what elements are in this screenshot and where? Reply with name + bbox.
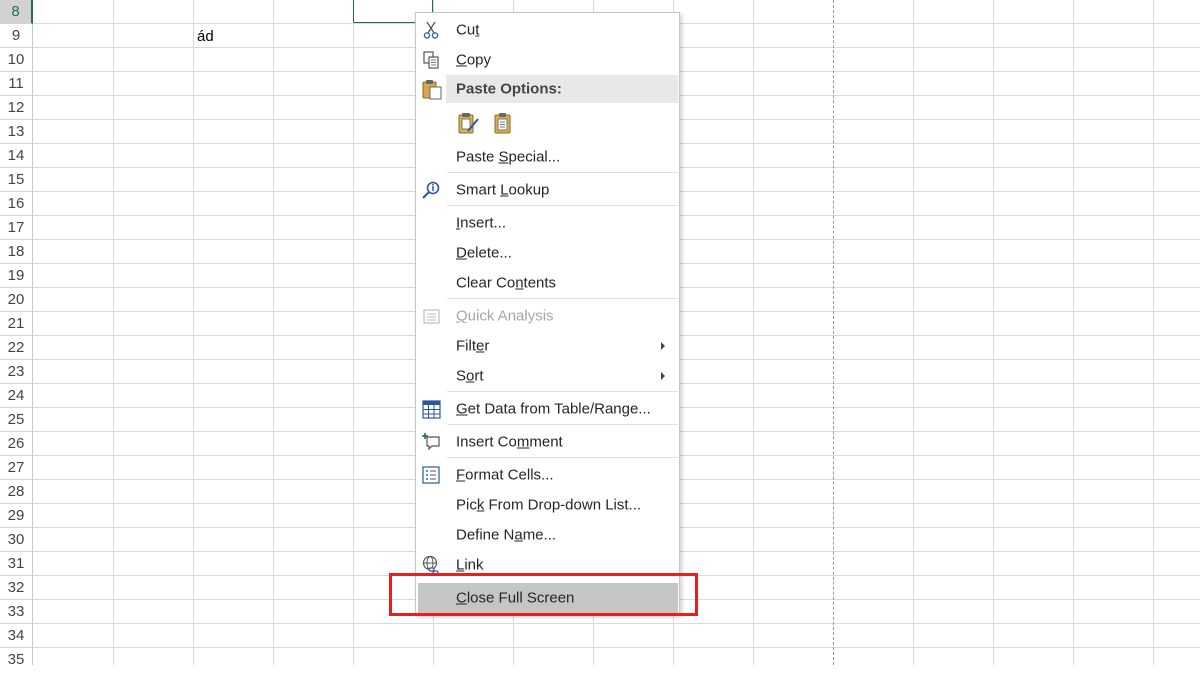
row-header-34[interactable]: 34 (0, 624, 33, 648)
column-gridline (273, 0, 274, 665)
row-header-28[interactable]: 28 (0, 480, 33, 504)
menu-separator (447, 457, 678, 458)
menu-item-filter[interactable]: Filter (416, 331, 679, 361)
row-header-8[interactable]: 8 (0, 0, 33, 24)
link-icon (422, 555, 439, 575)
format-cells-icon (422, 466, 440, 484)
context-menu: Cut Copy Paste Options: Paste Special... (415, 12, 680, 615)
paste-icon (422, 80, 442, 100)
row-header-32[interactable]: 32 (0, 576, 33, 600)
row-header-30[interactable]: 30 (0, 528, 33, 552)
column-gridline (113, 0, 114, 665)
row-gridline (33, 647, 1200, 648)
row-header-15[interactable]: 15 (0, 168, 33, 192)
menu-item-clear-contents[interactable]: Clear Contents (416, 268, 679, 298)
menu-separator (447, 172, 678, 173)
insert-comment-icon (422, 433, 440, 451)
menu-item-copy[interactable]: Copy (416, 45, 679, 75)
menu-item-delete[interactable]: Delete... (416, 238, 679, 268)
row-gridline (33, 623, 1200, 624)
column-gridline (913, 0, 914, 665)
scissors-icon (423, 21, 439, 39)
menu-item-get-data[interactable]: Get Data from Table/Range... (416, 394, 679, 424)
menu-item-sort[interactable]: Sort (416, 361, 679, 391)
row-header-27[interactable]: 27 (0, 456, 33, 480)
submenu-arrow-icon (661, 342, 665, 350)
row-header-18[interactable]: 18 (0, 240, 33, 264)
row-header-21[interactable]: 21 (0, 312, 33, 336)
smart-lookup-icon (422, 181, 440, 199)
row-header-16[interactable]: 16 (0, 192, 33, 216)
copy-icon (423, 51, 439, 69)
column-gridline (1073, 0, 1074, 665)
row-header-33[interactable]: 33 (0, 600, 33, 624)
row-header-23[interactable]: 23 (0, 360, 33, 384)
row-header-29[interactable]: 29 (0, 504, 33, 528)
menu-item-paste-special[interactable]: Paste Special... (416, 142, 679, 172)
row-header-9[interactable]: 9 (0, 24, 33, 48)
row-header-35[interactable]: 35 (0, 648, 33, 665)
column-gridline (1153, 0, 1154, 665)
row-header-14[interactable]: 14 (0, 144, 33, 168)
menu-item-insert-comment[interactable]: Insert Comment (416, 427, 679, 457)
row-header-12[interactable]: 12 (0, 96, 33, 120)
page-break-line (833, 0, 834, 665)
row-header-11[interactable]: 11 (0, 72, 33, 96)
menu-separator (447, 424, 678, 425)
menu-item-quick-analysis: Quick Analysis (416, 301, 679, 331)
row-header-10[interactable]: 10 (0, 48, 33, 72)
highlight-callout-box (389, 573, 698, 616)
menu-item-cut[interactable]: Cut (416, 15, 679, 45)
menu-item-insert[interactable]: Insert... (416, 208, 679, 238)
paste-formatting-icon[interactable] (456, 111, 480, 135)
table-icon (422, 400, 441, 419)
paste-options-header: Paste Options: (446, 75, 678, 103)
row-header-25[interactable]: 25 (0, 408, 33, 432)
row-header-31[interactable]: 31 (0, 552, 33, 576)
submenu-arrow-icon (661, 372, 665, 380)
row-header-26[interactable]: 26 (0, 432, 33, 456)
row-header-19[interactable]: 19 (0, 264, 33, 288)
row-header-17[interactable]: 17 (0, 216, 33, 240)
menu-item-smart-lookup[interactable]: Smart Lookup (416, 175, 679, 205)
row-header-13[interactable]: 13 (0, 120, 33, 144)
column-gridline (993, 0, 994, 665)
row-header-20[interactable]: 20 (0, 288, 33, 312)
menu-item-define-name[interactable]: Define Name... (416, 520, 679, 550)
column-gridline (193, 0, 194, 665)
menu-item-format-cells[interactable]: Format Cells... (416, 460, 679, 490)
menu-separator (447, 391, 678, 392)
row-header-24[interactable]: 24 (0, 384, 33, 408)
menu-item-pick-from-list[interactable]: Pick From Drop-down List... (416, 490, 679, 520)
column-gridline (353, 0, 354, 665)
cell-c9[interactable]: ád (197, 28, 214, 45)
column-gridline (753, 0, 754, 665)
menu-separator (447, 298, 678, 299)
row-header-22[interactable]: 22 (0, 336, 33, 360)
paste-clipboard-icon[interactable] (491, 111, 515, 135)
quick-analysis-icon (423, 309, 440, 324)
menu-separator (447, 205, 678, 206)
